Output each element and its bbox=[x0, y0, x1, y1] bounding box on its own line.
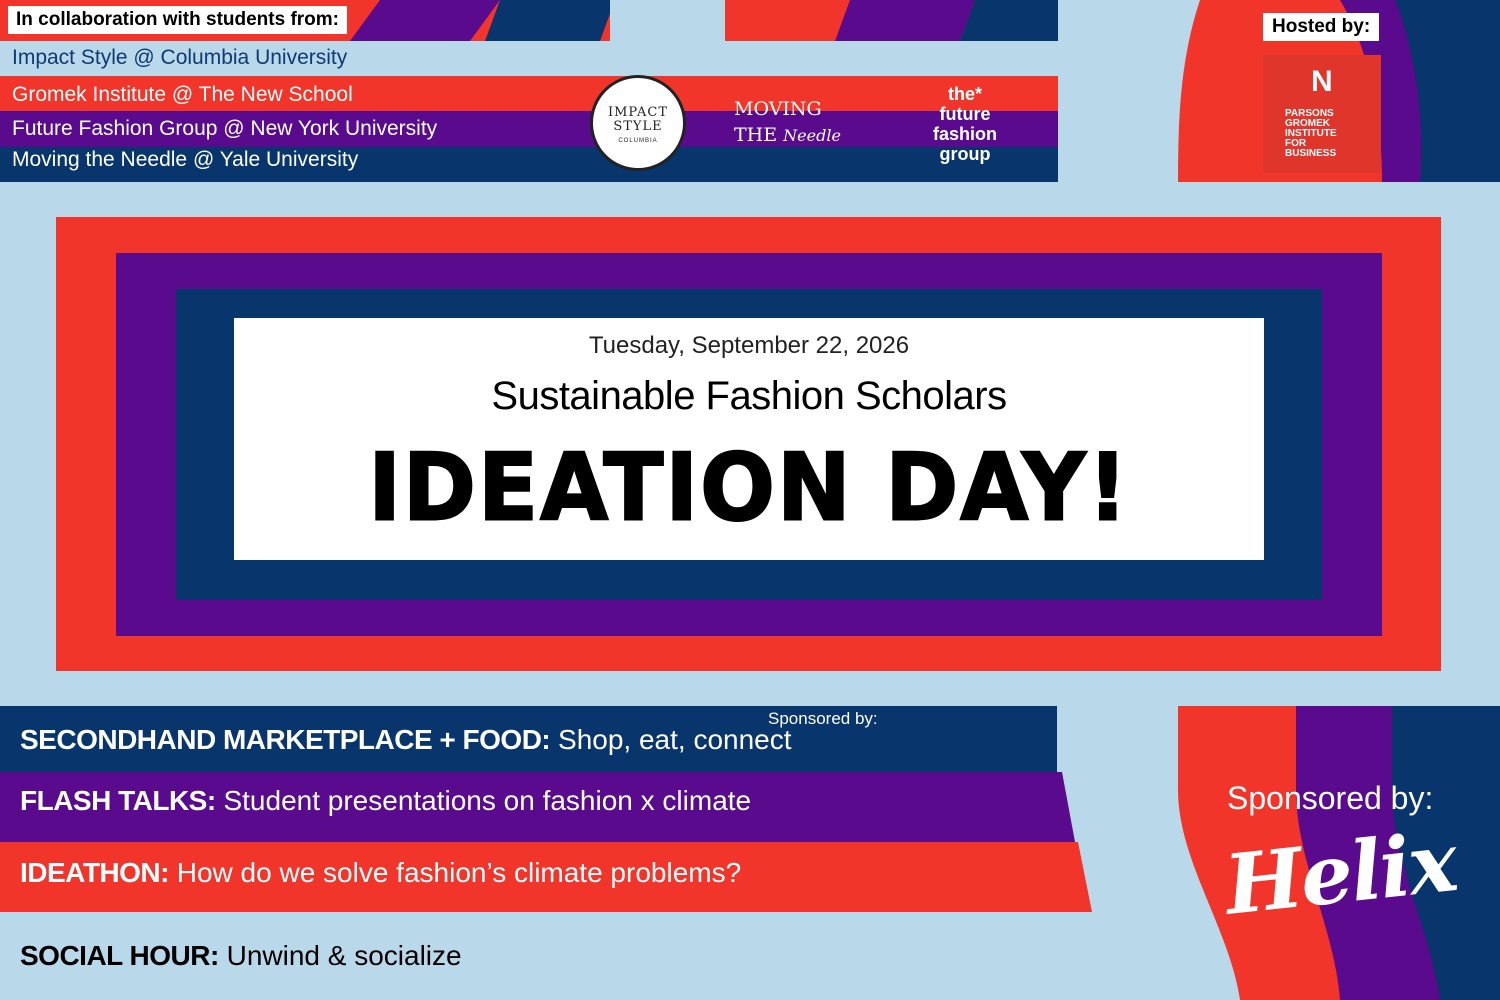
collab-group-new-school: Gromek Institute @ The New School bbox=[12, 83, 353, 106]
collab-group-yale: Moving the Needle @ Yale University bbox=[12, 148, 359, 171]
logo-text: THE bbox=[734, 124, 778, 146]
event-date: Tuesday, September 22, 2026 bbox=[588, 332, 910, 359]
marketplace-sponsor-label: Sponsored by: bbox=[768, 709, 878, 728]
logo-text: BUSINESS bbox=[1285, 148, 1337, 159]
logo-text: IMPACT bbox=[607, 105, 668, 120]
schedule-description: Student presentations on fashion x clima… bbox=[223, 785, 752, 816]
schedule-description: How do we solve fashion’s climate proble… bbox=[176, 857, 742, 888]
event-subtitle: Sustainable Fashion Scholars bbox=[491, 374, 1007, 418]
schedule-item-ideathon: IDEATHON: How do we solve fashion’s clim… bbox=[20, 857, 741, 889]
collab-group-columbia: Impact Style @ Columbia University bbox=[12, 46, 348, 69]
event-title: IDEATION DAY! bbox=[367, 432, 1130, 542]
schedule-heading: IDEATHON: bbox=[20, 857, 169, 888]
event-card: Tuesday, September 22, 2026 Sustainable … bbox=[234, 318, 1264, 560]
logo-text: Needle bbox=[783, 126, 841, 145]
logo-text: STYLE bbox=[613, 119, 663, 134]
collaboration-label: In collaboration with students from: bbox=[8, 6, 347, 34]
future-fashion-group-logo: the* future fashion group bbox=[918, 84, 1012, 164]
hosted-by-label: Hosted by: bbox=[1263, 13, 1380, 41]
schedule-item-social-hour: SOCIAL HOUR: Unwind & socialize bbox=[20, 940, 462, 972]
logo-text: future bbox=[939, 104, 991, 124]
logo-text: the* bbox=[947, 84, 982, 104]
schedule-heading: SOCIAL HOUR: bbox=[20, 940, 219, 971]
collab-group-nyu: Future Fashion Group @ New York Universi… bbox=[12, 117, 438, 140]
impact-style-logo: IMPACT STYLE COLUMBIA bbox=[590, 75, 686, 171]
schedule-item-marketplace: SECONDHAND MARKETPLACE + FOOD: Shop, eat… bbox=[20, 724, 792, 756]
schedule-heading: SECONDHAND MARKETPLACE + FOOD: bbox=[20, 724, 551, 755]
schedule-description: Shop, eat, connect bbox=[558, 724, 792, 755]
logo-text: MOVING bbox=[734, 98, 822, 120]
logo-text: group bbox=[939, 144, 991, 164]
sponsor-label: Sponsored by: bbox=[1227, 780, 1434, 816]
logo-text: COLUMBIA bbox=[618, 138, 658, 144]
schedule-description: Unwind & socialize bbox=[226, 940, 462, 971]
parsons-gromek-logo: N PARSONS GROMEK INSTITUTE FOR BUSINESS bbox=[1263, 55, 1381, 173]
logo-text: fashion bbox=[932, 124, 997, 144]
schedule-heading: FLASH TALKS: bbox=[20, 785, 216, 816]
schedule-item-flash-talks: FLASH TALKS: Student presentations on fa… bbox=[20, 785, 751, 817]
logo-letter: N bbox=[1311, 65, 1333, 98]
moving-the-needle-logo: MOVING THE Needle bbox=[734, 96, 841, 149]
